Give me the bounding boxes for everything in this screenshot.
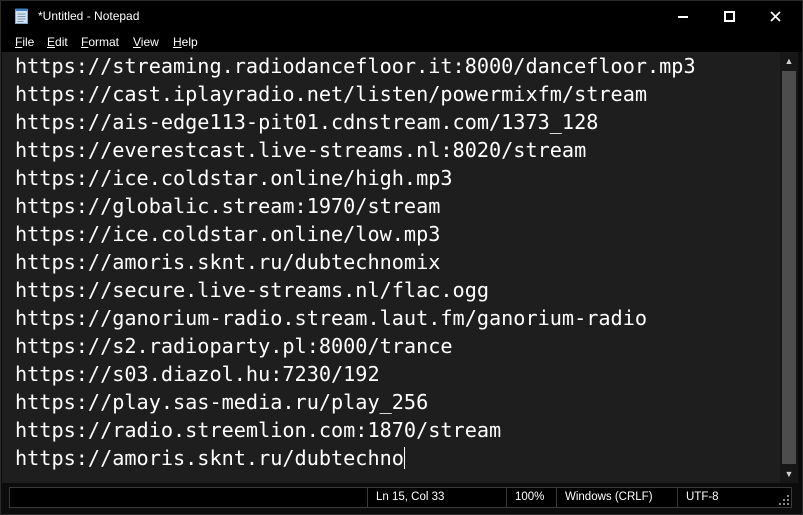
scroll-thumb[interactable] [782,71,796,464]
minimize-icon [677,15,688,18]
chevron-down-icon: ▼ [784,469,794,479]
vertical-scrollbar[interactable]: ▲ ▼ [780,52,798,483]
resize-grip-icon[interactable] [779,495,789,505]
text-line: https://everestcast.live-streams.nl:8020… [15,138,587,162]
notepad-window: *Untitled - Notepad File Edit Format Vie… [0,0,803,515]
status-zoom: 100% [506,488,551,507]
menu-view[interactable]: View [133,35,159,49]
title-bar[interactable]: *Untitled - Notepad [1,1,802,32]
close-button[interactable] [752,1,798,31]
status-position: Ln 15, Col 33 [367,488,500,507]
text-caret [403,447,405,469]
text-line: https://ice.coldstar.online/low.mp3 [15,222,441,246]
window-title: *Untitled - Notepad [38,9,140,23]
text-line: https://cast.iplayradio.net/listen/power… [15,82,648,106]
menu-file[interactable]: File [15,35,34,49]
status-bar: Ln 15, Col 33 100% Windows (CRLF) UTF-8 [9,487,792,508]
chevron-up-icon: ▲ [784,56,794,66]
menu-bar: File Edit Format View Help [1,32,802,52]
text-line: https://s03.diazol.hu:7230/192 [15,362,380,386]
text-line: https://ice.coldstar.online/high.mp3 [15,166,453,190]
text-editor[interactable]: https://streaming.radiodancefloor.it:800… [2,52,780,483]
menu-help[interactable]: Help [173,35,198,49]
text-line: https://globalic.stream:1970/stream [15,194,441,218]
editor-lines: https://streaming.radiodancefloor.it:800… [15,52,696,472]
menu-edit[interactable]: Edit [47,35,68,49]
status-line-endings: Windows (CRLF) [556,488,671,507]
status-encoding: UTF-8 [677,488,780,507]
menu-format[interactable]: Format [81,35,119,49]
maximize-icon [723,10,735,22]
text-line: https://streaming.radiodancefloor.it:800… [15,54,696,78]
scroll-up-button[interactable]: ▲ [780,52,798,70]
text-line: https://amoris.sknt.ru/dubtechnomix [15,250,441,274]
notepad-icon [15,8,28,24]
text-line: https://radio.streemlion.com:1870/stream [15,418,502,442]
text-line: https://play.sas-media.ru/play_256 [15,390,429,414]
text-line: https://s2.radioparty.pl:8000/trance [15,334,453,358]
text-line: https://secure.live-streams.nl/flac.ogg [15,278,490,302]
text-line-content: https://amoris.sknt.ru/dubtechno [15,446,404,470]
text-line: https://amoris.sknt.ru/dubtechno [15,444,696,472]
maximize-button[interactable] [706,1,752,31]
scroll-down-button[interactable]: ▼ [780,465,798,483]
text-line: https://ganorium-radio.stream.laut.fm/ga… [15,306,648,330]
minimize-button[interactable] [660,1,706,31]
close-icon [769,10,781,22]
text-line: https://ais-edge113-pit01.cdnstream.com/… [15,110,599,134]
